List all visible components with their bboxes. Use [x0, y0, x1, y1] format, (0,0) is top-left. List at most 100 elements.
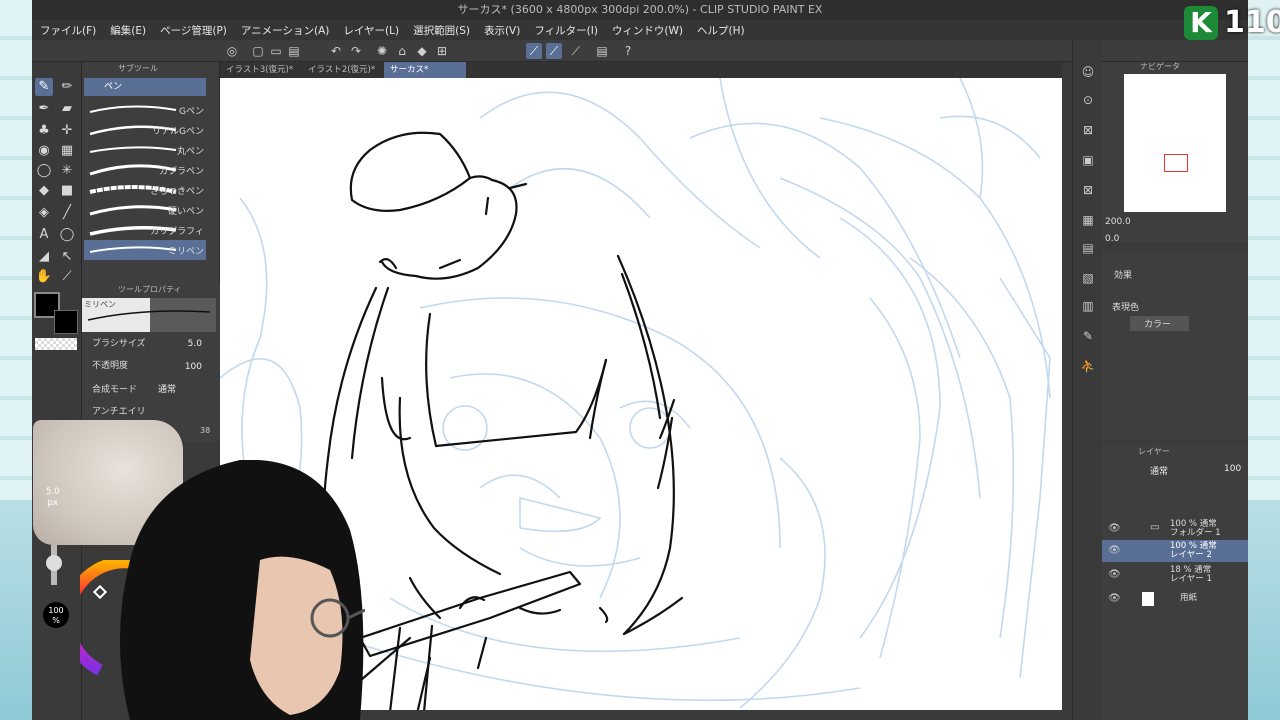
brush-tool-icon[interactable]: ✒ — [35, 100, 53, 118]
pen-tool-icon[interactable]: ✎ — [35, 78, 53, 96]
menu-layer[interactable]: レイヤー(L) — [343, 23, 399, 38]
move-tool-icon[interactable]: ✛ — [58, 122, 76, 140]
search-icon[interactable]: ⊙ — [1080, 92, 1096, 108]
layer-row-folder[interactable]: 👁 ▭ 100 % 通常 フォルダー 1 — [1102, 518, 1248, 540]
figure-icon[interactable]: ⛹ — [1080, 358, 1096, 374]
layer-blend-select[interactable]: 通常 — [1150, 464, 1168, 477]
snap-special-icon[interactable]: ⟋ — [546, 43, 562, 59]
person-icon[interactable]: ☺ — [1080, 64, 1096, 80]
eye-icon[interactable]: 👁 — [1108, 523, 1121, 535]
menu-filter[interactable]: フィルター(I) — [534, 23, 598, 38]
hand-tool-icon[interactable]: ✋ — [35, 268, 53, 286]
blend-mode-select[interactable]: 通常 — [158, 382, 176, 395]
brush-size-value[interactable]: 5.0 — [162, 339, 202, 349]
layer-row-layer2[interactable]: 👁 100 % 通常 レイヤー 2 — [1102, 540, 1248, 562]
opacity-label: 不透明度 — [92, 361, 129, 371]
eye-icon[interactable]: 👁 — [1108, 545, 1121, 557]
layer-opacity[interactable]: 100 — [1224, 464, 1241, 474]
sub-color-swatch[interactable] — [54, 310, 78, 334]
tab-illust2[interactable]: イラスト2(復元)* — [302, 62, 384, 78]
brush-label: 丸ペン — [176, 147, 204, 157]
transparent-color-swatch[interactable] — [35, 338, 77, 350]
menu-selection[interactable]: 選択範囲(S) — [413, 23, 470, 38]
vertical-scrollbar[interactable] — [1062, 62, 1072, 720]
tool-property-panel: ツールプロパティ ミリペン ブラシサイズ 5.0 不透明度 100 合成モード … — [82, 282, 220, 442]
snap-grid-icon[interactable]: ⟋ — [568, 43, 584, 59]
navigator-thumbnail[interactable] — [1124, 74, 1226, 212]
menu-window[interactable]: ウィンドウ(W) — [612, 23, 683, 38]
new-file-icon[interactable]: ▢ — [250, 43, 266, 59]
brush-label: Gペン — [179, 107, 204, 117]
open-folder-icon[interactable]: ▭ — [268, 43, 284, 59]
layer-name: フォルダー 1 — [1170, 528, 1221, 538]
edit-icon[interactable]: ✎ — [1080, 328, 1096, 344]
navigator-viewport[interactable] — [1164, 154, 1188, 172]
layer-row-layer1[interactable]: 👁 18 % 通常 レイヤー 1 — [1102, 564, 1248, 586]
brush-size-label: ブラシサイズ — [92, 339, 146, 349]
eyedropper-tool-icon[interactable]: ⟋ — [58, 268, 76, 286]
menu-edit[interactable]: 編集(E) — [110, 23, 146, 38]
menu-animation[interactable]: アニメーション(A) — [241, 23, 329, 38]
subtool-category-pen[interactable]: ペン — [84, 78, 206, 96]
pencil-tool-icon[interactable]: ✏ — [58, 78, 76, 96]
brush-item[interactable]: ざらつきペン — [84, 180, 206, 200]
blend-tool-icon[interactable]: ◉ — [35, 142, 53, 160]
tab-illust3[interactable]: イラスト3(復元)* — [220, 62, 302, 78]
folder-icon: ▭ — [1150, 522, 1160, 533]
stack-icon[interactable]: ▥ — [1080, 298, 1096, 314]
operation-tool-icon[interactable]: ↖ — [58, 248, 76, 266]
layer-icon[interactable]: ▧ — [1080, 270, 1096, 286]
clipboard-icon[interactable]: ▤ — [594, 43, 610, 59]
menu-view[interactable]: 表示(V) — [484, 23, 520, 38]
brush-item[interactable]: 硬いペン — [84, 200, 206, 220]
brush-item[interactable]: 丸ペン — [84, 140, 206, 160]
eye-icon[interactable]: 👁 — [1108, 593, 1121, 605]
fill-tool-icon[interactable]: ◆ — [35, 182, 53, 200]
auto-select-tool-icon[interactable]: ✳ — [58, 162, 76, 180]
brush-item[interactable]: カブラペン — [84, 160, 206, 180]
brush-item[interactable]: Gペン — [84, 100, 206, 120]
menu-page[interactable]: ページ管理(P) — [160, 23, 227, 38]
sparkle-icon[interactable]: ✺ — [374, 43, 390, 59]
save-icon[interactable]: ▤ — [286, 43, 302, 59]
gradient-tool-icon[interactable]: ■ — [58, 182, 76, 200]
frame-tool-icon[interactable]: ◢ — [35, 248, 53, 266]
subtool-panel: サブツール ペン Gペン リアルGペン 丸ペン カブラペン ざらつきペン 硬いペ… — [82, 62, 220, 282]
eye-icon[interactable]: 👁 — [1108, 569, 1121, 581]
transform-icon[interactable]: ⊞ — [434, 43, 450, 59]
cross-box-icon[interactable]: ⊠ — [1080, 182, 1096, 198]
snap-ruler-icon[interactable]: ⟋ — [526, 43, 542, 59]
menu-help[interactable]: ヘルプ(H) — [697, 23, 745, 38]
fill-icon[interactable]: ◆ — [414, 43, 430, 59]
opacity-value[interactable]: 100 — [162, 362, 202, 372]
grid-icon[interactable]: ▦ — [1080, 212, 1096, 228]
rotate-value[interactable]: 0.0 — [1105, 234, 1119, 244]
line-tool-icon[interactable]: ╱ — [58, 204, 76, 222]
brush-item-selected[interactable]: ミリペン — [84, 240, 206, 260]
paper-thumbnail — [1142, 592, 1154, 606]
eraser-tool-icon[interactable]: ▰ — [58, 100, 76, 118]
help-icon[interactable]: ? — [620, 43, 636, 59]
redo-icon[interactable]: ↷ — [348, 43, 364, 59]
balloon-tool-icon[interactable]: ◯ — [58, 226, 76, 244]
cross-box-icon[interactable]: ⊠ — [1080, 122, 1096, 138]
clip-studio-icon[interactable]: ◎ — [224, 43, 240, 59]
clear-icon[interactable]: ⌂ — [394, 43, 410, 59]
brush-item[interactable]: カリグラフィ — [84, 220, 206, 240]
undo-icon[interactable]: ↶ — [328, 43, 344, 59]
layer-row-paper[interactable]: 👁 用紙 — [1102, 588, 1248, 610]
brush-label: ミリペン — [167, 247, 204, 257]
size-slider-knob[interactable] — [46, 555, 62, 571]
menu-file[interactable]: ファイル(F) — [40, 23, 96, 38]
lasso-tool-icon[interactable]: ◯ — [35, 162, 53, 180]
tab-circus[interactable]: サーカス* — [384, 62, 466, 78]
expression-color-select[interactable]: カラー — [1130, 316, 1190, 331]
decoration-tool-icon[interactable]: ♣ — [35, 122, 53, 140]
frame-icon[interactable]: ▣ — [1080, 152, 1096, 168]
text-tool-icon[interactable]: A — [35, 226, 53, 244]
ruler-tool-icon[interactable]: ◈ — [35, 204, 53, 222]
grid-tool-icon[interactable]: ▦ — [58, 142, 76, 160]
doc-icon[interactable]: ▤ — [1080, 240, 1096, 256]
brush-item[interactable]: リアルGペン — [84, 120, 206, 140]
zoom-value[interactable]: 200.0 — [1105, 217, 1131, 227]
